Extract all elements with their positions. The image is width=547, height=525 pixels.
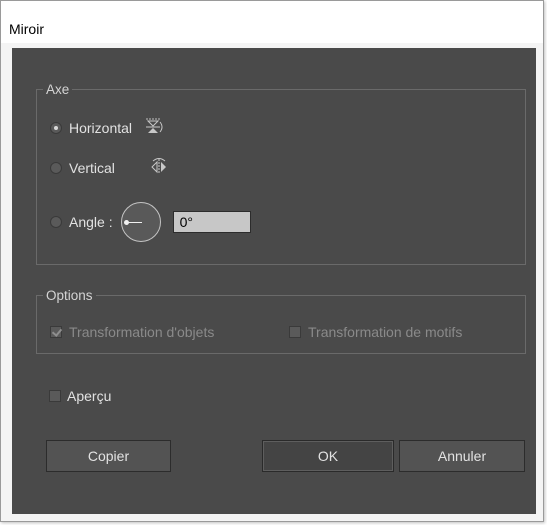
- cancel-button[interactable]: Annuler: [399, 440, 525, 472]
- dialog-title: Miroir: [9, 21, 44, 37]
- transform-patterns-label: Transformation de motifs: [308, 324, 463, 340]
- horizontal-radio[interactable]: [50, 122, 62, 134]
- transform-patterns-checkbox[interactable]: [289, 326, 301, 338]
- preview-option[interactable]: Aperçu: [49, 386, 111, 406]
- angle-dial-handle: [123, 220, 129, 225]
- vertical-label: Vertical: [69, 160, 115, 176]
- ok-button[interactable]: OK: [262, 440, 394, 472]
- dialog-body: Axe Horizontal Vertical Angle: 0° Optio…: [12, 48, 536, 514]
- angle-input[interactable]: [172, 211, 251, 233]
- angle-dial[interactable]: [120, 202, 161, 242]
- vertical-option[interactable]: Vertical: [50, 157, 169, 180]
- axis-group-label: Axe: [46, 82, 70, 97]
- reflect-horizontal-icon: [144, 117, 164, 140]
- transform-patterns-option[interactable]: Transformation de motifs: [289, 322, 462, 342]
- angle-option[interactable]: Angle :: [50, 200, 251, 244]
- copy-button[interactable]: Copier: [46, 440, 171, 472]
- title-bar[interactable]: Miroir: [1, 1, 543, 43]
- preview-checkbox[interactable]: [49, 390, 61, 402]
- horizontal-label: Horizontal: [69, 120, 133, 136]
- reflect-vertical-icon: [149, 157, 169, 180]
- mirror-dialog: Miroir Axe Horizontal Vertical Angle: 0…: [0, 0, 544, 522]
- transform-objects-checkbox[interactable]: [50, 326, 62, 338]
- options-group: Options: [36, 288, 526, 354]
- angle-label: Angle :: [69, 214, 113, 230]
- options-group-label: Options: [46, 288, 93, 303]
- angle-radio[interactable]: [50, 216, 62, 228]
- transform-objects-option[interactable]: Transformation d'objets: [50, 322, 214, 342]
- vertical-radio[interactable]: [50, 162, 62, 174]
- preview-label: Aperçu: [67, 388, 112, 404]
- horizontal-option[interactable]: Horizontal: [50, 118, 164, 138]
- transform-objects-label: Transformation d'objets: [69, 324, 215, 340]
